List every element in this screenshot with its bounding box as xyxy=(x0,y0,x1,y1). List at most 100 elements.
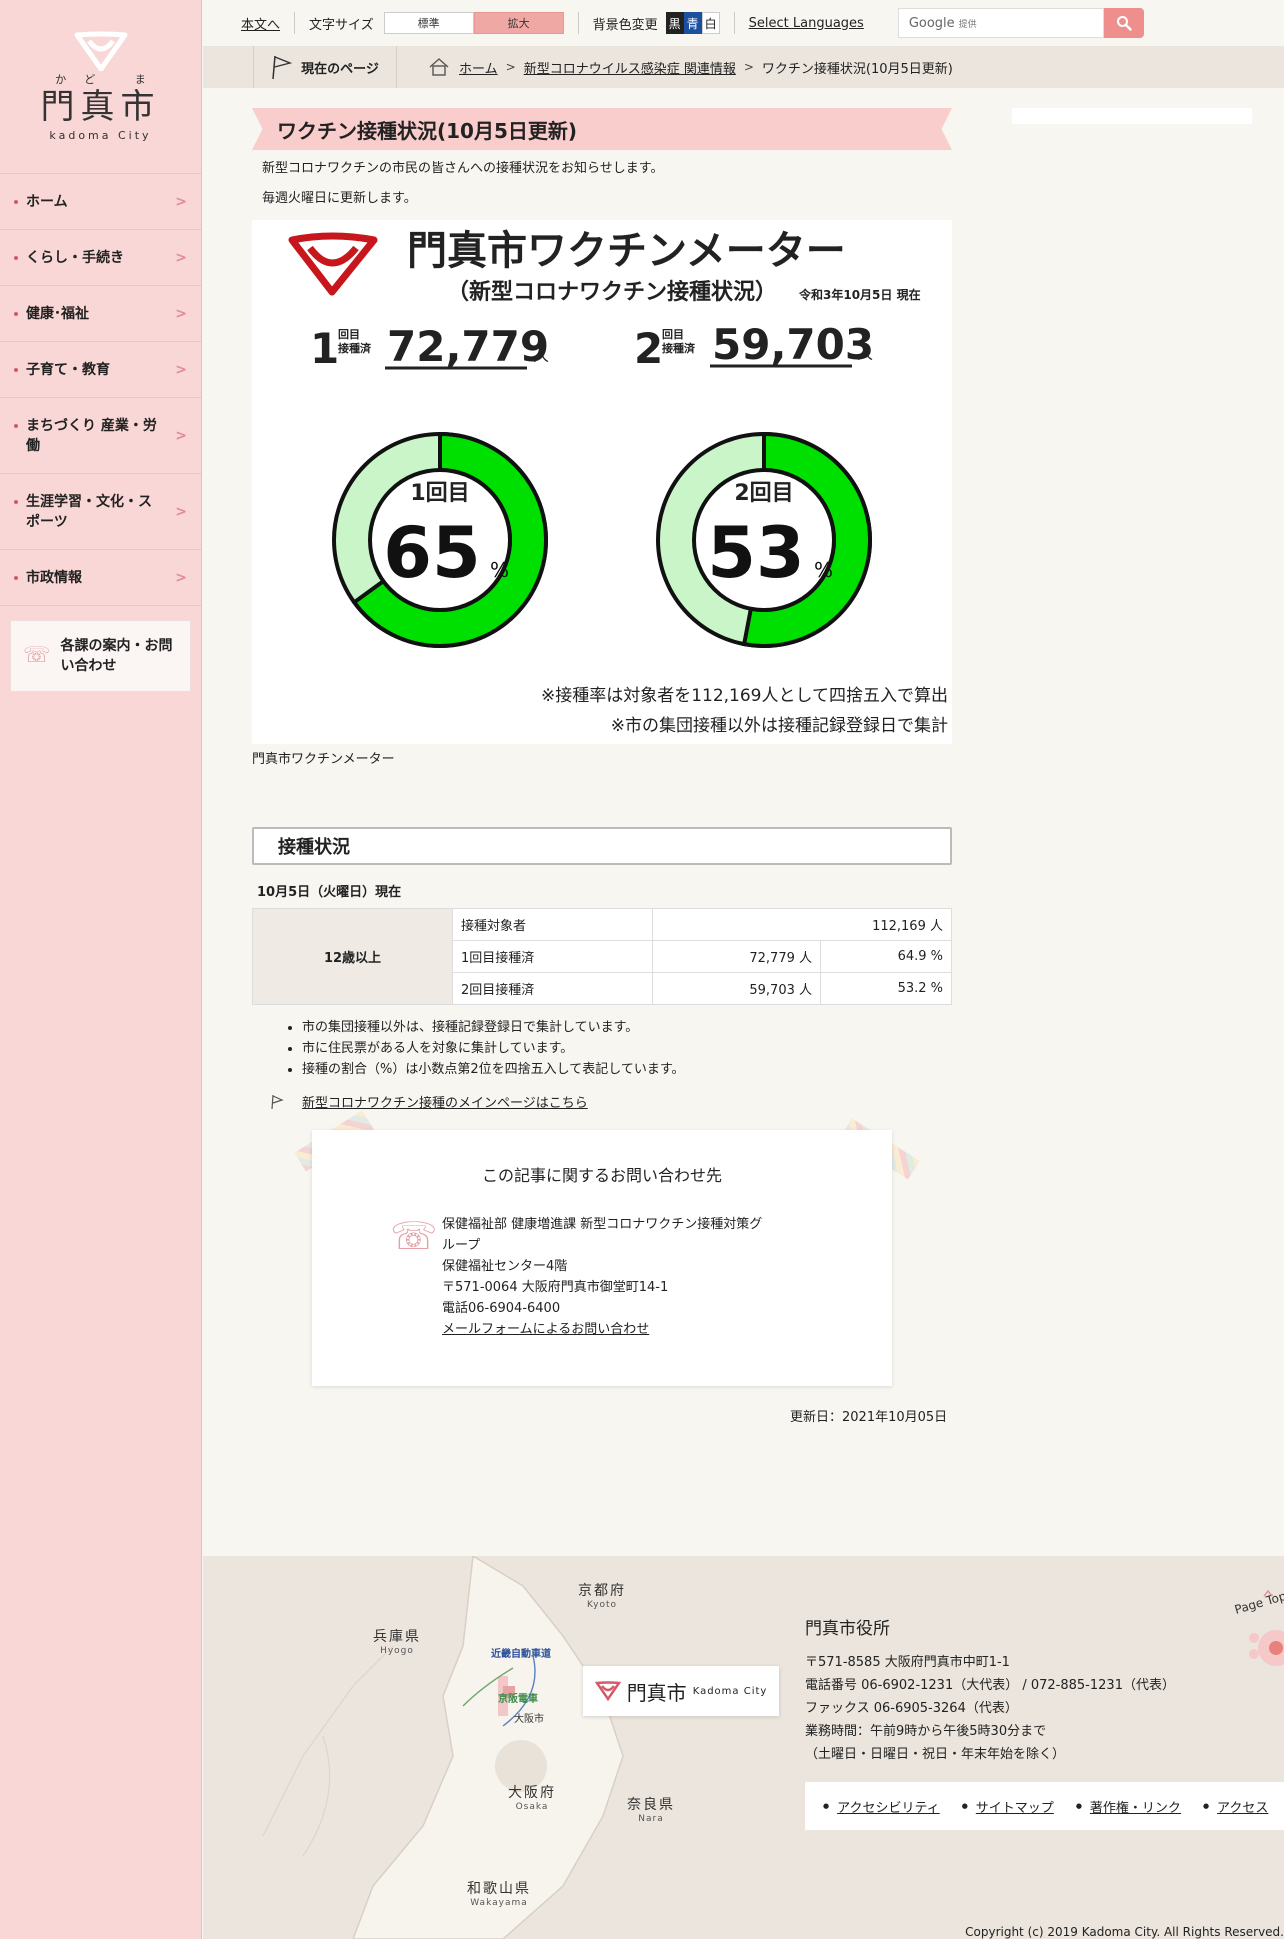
sidebar-contact-button[interactable]: ☏ 各課の案内・お問い合わせ xyxy=(10,620,191,692)
chevron-right-icon: > xyxy=(175,193,187,210)
sidebar-contact-label: 各課の案内・お問い合わせ xyxy=(60,638,173,674)
bg-blue-button[interactable]: 青 xyxy=(683,12,702,34)
dose2-ring-label: 2回目 xyxy=(734,481,793,506)
table-cell-count: 72,779 人 xyxy=(652,940,821,973)
dose2-label-b: 接種済 xyxy=(662,341,696,355)
footer-link-access[interactable]: アクセス xyxy=(1217,1797,1268,1816)
vaccination-table: 12歳以上 接種対象者 112,169 人 1回目接種済 72,779 人 64… xyxy=(252,908,952,1005)
search-brand: Google xyxy=(908,15,955,31)
bg-white-button[interactable]: 白 xyxy=(701,12,720,34)
footer-link-sitemap[interactable]: サイトマップ xyxy=(976,1797,1054,1816)
main-page-link-row: 新型コロナワクチン接種のメインページはこちら xyxy=(270,1092,952,1111)
coastline xyxy=(262,1645,394,1837)
chevron-right-icon: > xyxy=(175,305,187,322)
sidebar-item-label: まちづくり 産業・労働 xyxy=(26,417,157,454)
bullet-icon xyxy=(14,575,18,580)
page-top-label: Page Top xyxy=(1234,1589,1284,1617)
footer-links: アクセシビリティ サイトマップ 著作権・リンク アクセス xyxy=(805,1782,1284,1830)
sidebar-item-living[interactable]: くらし・手続き > xyxy=(0,230,201,286)
link-flag-icon xyxy=(271,1094,284,1109)
meter-date: 令和3年10月5日 現在 xyxy=(798,287,921,302)
select-languages-link[interactable]: Select Languages xyxy=(749,16,864,31)
home-icon xyxy=(429,58,449,76)
sidebar-item-home[interactable]: ホーム > xyxy=(0,174,201,230)
bullet-icon xyxy=(14,367,18,372)
table-cell-label: 2回目接種済 xyxy=(452,972,653,1005)
meter-note-rate: ※接種率は対象者を112,169人として四捨五入で算出 xyxy=(541,686,948,706)
page-top-button[interactable]: Page Top xyxy=(1233,1586,1284,1676)
mail-form-link[interactable]: メールフォームによるお問い合わせ xyxy=(442,1322,649,1337)
footer: 近畿自動車道 京阪電車 大阪市 京都府 Kyoto 兵庫県 Hyogo 大阪府 Osa… xyxy=(203,1556,1284,1939)
dose1-unit: 人 xyxy=(533,346,549,365)
meter-title: 門真市ワクチンメーター xyxy=(407,228,846,274)
breadcrumb-parent-link[interactable]: 新型コロナウイルス感染症 関連情報 xyxy=(524,58,736,77)
divider xyxy=(577,12,579,34)
bg-black-button[interactable]: 黒 xyxy=(665,12,684,34)
updated-date: 更新日：2021年10月05日 xyxy=(790,1410,948,1425)
dose2-count: 59,703 xyxy=(712,320,874,369)
inquiry-department: 保健福祉部 健康増進課 新型コロナワクチン接種対策グループ xyxy=(442,1217,763,1253)
chevron-right-icon: > xyxy=(743,60,754,74)
paw-toe xyxy=(1249,1649,1259,1659)
chevron-right-icon: > xyxy=(505,60,516,74)
font-standard-button[interactable]: 標準 xyxy=(383,12,474,34)
chevron-right-icon: > xyxy=(175,503,187,520)
logo-ruby: かど ま xyxy=(55,73,164,86)
table-row: 12歳以上 接種対象者 112,169 人 xyxy=(252,908,952,1005)
page-title: ワクチン接種状況(10月5日更新) xyxy=(252,108,952,150)
breadcrumb-home-link[interactable]: ホーム xyxy=(459,58,498,77)
office-hours: 業務時間：午前9時から午後5時30分まで xyxy=(805,1724,1047,1739)
dose1-label-b: 接種済 xyxy=(338,341,372,355)
map-label-kyoto: 京都府 Kyoto xyxy=(578,1583,626,1610)
vaccine-main-page-link[interactable]: 新型コロナワクチン接種のメインページはこちら xyxy=(302,1092,588,1111)
expressway-label: 近畿自動車道 xyxy=(491,1647,551,1660)
table-cell-label: 1回目接種済 xyxy=(452,940,653,973)
breadcrumb-label-text: 現在のページ xyxy=(301,61,379,77)
font-large-button[interactable]: 拡大 xyxy=(473,12,564,34)
flag-icon xyxy=(272,55,293,80)
dose2-percent-sign: % xyxy=(814,558,833,582)
kadoma-emblem-icon xyxy=(288,232,378,296)
bg-color-label: 背景色変更 xyxy=(592,17,658,33)
dose2-label-a: 回目 xyxy=(662,327,684,341)
bullet-icon xyxy=(14,499,18,504)
search-input[interactable]: Google 提供 xyxy=(897,8,1104,38)
phone-icon: ☏ xyxy=(390,1214,438,1258)
inquiry-details: 保健福祉部 健康増進課 新型コロナワクチン接種対策グループ 保健福祉センター4階… xyxy=(442,1214,772,1340)
skip-to-content-link[interactable]: 本文へ xyxy=(241,14,280,33)
dose1-percent: 65 xyxy=(383,512,480,594)
sidebar-item-government[interactable]: 市政情報 > xyxy=(0,550,201,606)
meter-caption: 門真市ワクチンメーター xyxy=(252,752,395,767)
site-logo[interactable]: かど ま 門真市 kadoma City xyxy=(0,0,201,174)
table-cell-count: 59,703 人 xyxy=(652,972,821,1005)
dose1-ring-label: 1回目 xyxy=(410,481,469,506)
footer-link-copyright[interactable]: 著作権・リンク xyxy=(1090,1797,1181,1816)
sidebar-item-health[interactable]: 健康･福祉 > xyxy=(0,286,201,342)
map-label-osaka: 大阪府 Osaka xyxy=(508,1785,556,1812)
list-item: 市に住民票がある人を対象に集計しています。 xyxy=(302,1038,952,1059)
sidebar-item-town[interactable]: まちづくり 産業・労働 > xyxy=(0,398,201,474)
dose1-percent-sign: % xyxy=(490,558,509,582)
map-card-kanji: 門真市 xyxy=(626,1680,687,1705)
office-fax: ファックス 06-6905-3264（代表） xyxy=(805,1701,1018,1716)
divider xyxy=(294,12,296,34)
list-item: 市の集団接種以外は、接種記録登録日で集計しています。 xyxy=(302,1017,952,1038)
table-cell-count: 112,169 人 xyxy=(652,908,952,941)
intro-text: 新型コロナワクチンの市民の皆さんへの接種状況をお知らせします。 xyxy=(262,161,664,176)
inquiry-location: 保健福祉センター4階 xyxy=(442,1259,568,1274)
sidebar-item-learning[interactable]: 生涯学習・文化・スポーツ > xyxy=(0,474,201,550)
site-search: Google 提供 xyxy=(897,8,1144,38)
paw-toe xyxy=(1249,1633,1259,1643)
search-button[interactable] xyxy=(1103,8,1144,38)
coastline xyxy=(302,1735,331,1857)
main-content: ワクチン接種状況(10月5日更新) 新型コロナワクチンの市民の皆さんへの接種状況… xyxy=(252,108,952,1111)
map-label-nara: 奈良県 Nara xyxy=(627,1797,675,1824)
breadcrumb-trail: ホーム > 新型コロナウイルス感染症 関連情報 > ワクチン接種状況(10月5日… xyxy=(427,57,953,77)
footer-link-accessibility[interactable]: アクセシビリティ xyxy=(837,1797,940,1816)
copyright: Copyright (c) 2019 Kadoma City. All Righ… xyxy=(965,1925,1284,1939)
kadoma-emblem-icon xyxy=(74,31,127,71)
kadoma-emblem-icon xyxy=(594,1681,621,1701)
dose2-unit: 人 xyxy=(857,344,873,363)
as-of-date: 10月5日（火曜日）現在 xyxy=(257,885,402,900)
sidebar-item-childcare[interactable]: 子育て・教育 > xyxy=(0,342,201,398)
